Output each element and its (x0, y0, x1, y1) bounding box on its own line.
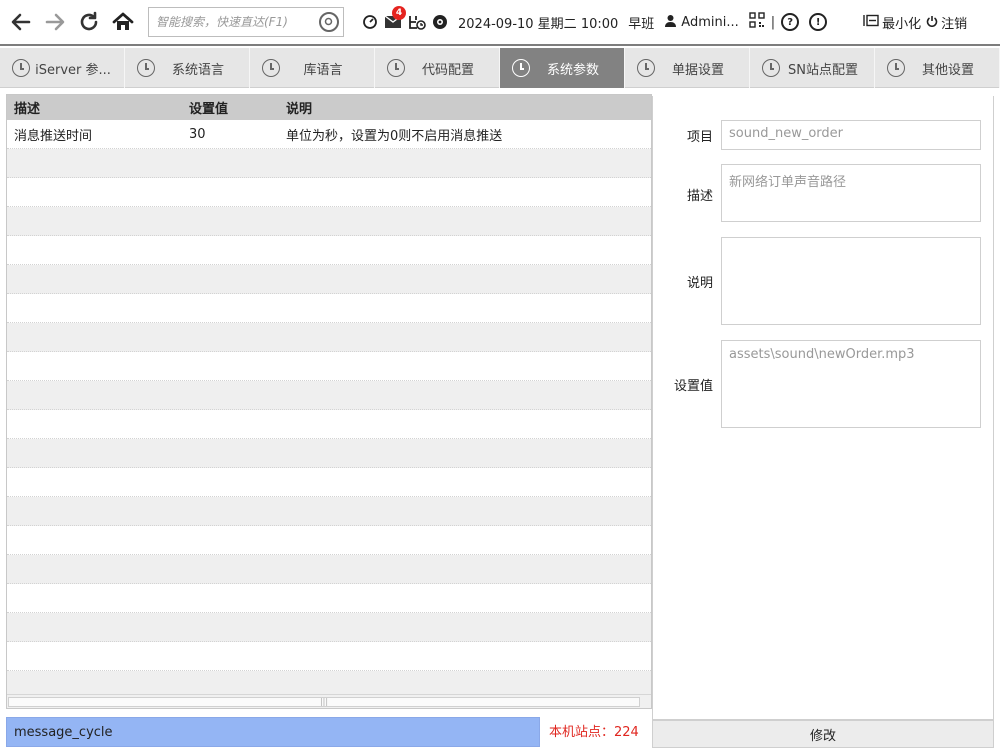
clock-icon (137, 59, 155, 77)
toolbar-separator: | (770, 14, 776, 30)
table-row[interactable] (7, 323, 651, 352)
clock-icon (262, 59, 280, 77)
item-label: 项目 (686, 130, 713, 145)
cell-desc: 消息推送时间 (14, 128, 93, 144)
user-icon (664, 14, 677, 31)
tab-label: SN站点配置 (788, 62, 858, 78)
horizontal-scrollbar[interactable]: ||| (7, 694, 651, 708)
info-icon[interactable]: ! (809, 13, 828, 31)
tab-label: 单据设置 (671, 62, 724, 78)
save-history-icon[interactable] (408, 14, 426, 30)
search-box (148, 7, 344, 37)
tab-label: 其他设置 (921, 62, 974, 78)
table-row[interactable] (7, 642, 651, 671)
clock-icon (762, 59, 780, 77)
tab-0[interactable]: iServer 参... (0, 48, 125, 88)
tab-4[interactable]: 系统参数 (500, 48, 625, 88)
desc-field[interactable]: 新网络订单声音路径 (721, 164, 981, 222)
column-header-value[interactable]: 设置值 (183, 98, 280, 117)
shift-text: 早班 (628, 16, 655, 32)
site-label: 本机站点：224 (549, 725, 639, 740)
tab-label: iServer 参... (35, 62, 111, 78)
arrow-left-icon[interactable] (4, 5, 38, 39)
table-row[interactable] (7, 352, 651, 381)
table-row[interactable] (7, 468, 651, 497)
table-row[interactable] (7, 265, 651, 294)
table-row[interactable] (7, 381, 651, 410)
note-label: 说明 (686, 276, 713, 291)
minimize-button[interactable]: 最小化 (863, 13, 921, 32)
table-row[interactable] (7, 410, 651, 439)
table-row[interactable]: 消息推送时间 30 单位为秒，设置为0则不启用消息推送 (7, 120, 651, 149)
table-row[interactable] (7, 149, 651, 178)
table-row[interactable] (7, 236, 651, 265)
table-row[interactable] (7, 178, 651, 207)
table-row[interactable] (7, 584, 651, 613)
tab-bar: iServer 参... 系统语言 库语言 代码配置 系统参数 单据设置 SN站点配置 其他设… (0, 48, 1000, 88)
detail-panel: 项目 sound_new_order 描述 新网络订单声音路径 说明 设置值 a… (652, 96, 994, 720)
arrow-right-icon[interactable] (38, 5, 72, 39)
tab-6[interactable]: SN站点配置 (750, 48, 875, 88)
table-row[interactable] (7, 207, 651, 236)
dashboard-icon[interactable] (362, 14, 378, 30)
table-row[interactable] (7, 613, 651, 642)
grid-header: 描述 设置值 说明 (7, 95, 651, 120)
message-badge: 4 (392, 6, 406, 20)
help-icon[interactable]: ? (781, 13, 800, 31)
setting-label: 设置值 (673, 379, 713, 394)
tab-2[interactable]: 库语言 (250, 48, 375, 88)
refresh-icon[interactable] (72, 5, 106, 39)
setting-field[interactable]: assets\sound\newOrder.mp3 (721, 340, 981, 428)
minimize-label: 最小化 (882, 16, 922, 32)
modify-button[interactable]: 修改 (652, 720, 994, 748)
tool-icons: 4 (362, 6, 454, 30)
user-menu[interactable]: Admini... (664, 14, 739, 31)
desc-label: 描述 (686, 189, 713, 204)
clock-icon (387, 59, 405, 77)
tab-5[interactable]: 单据设置 (625, 48, 750, 88)
tab-label: 代码配置 (421, 62, 474, 78)
home-icon[interactable] (106, 5, 140, 39)
table-row[interactable] (7, 497, 651, 526)
clock-icon (637, 59, 655, 77)
datetime-text: 2024-09-10 星期二 10:00 (458, 16, 619, 32)
item-field[interactable]: sound_new_order (721, 120, 981, 150)
column-header-note[interactable]: 说明 (280, 98, 651, 117)
qr-code-icon[interactable] (749, 12, 765, 32)
top-toolbar: 4 2024-09-10 星期二 10:00 早班 Admini... | ? … (0, 0, 1000, 46)
note-field[interactable] (721, 237, 981, 325)
window-actions: 最小化 注销 (863, 13, 972, 32)
tab-7[interactable]: 其他设置 (875, 48, 1000, 88)
cell-value: 30 (189, 126, 206, 142)
tab-label: 库语言 (303, 62, 343, 78)
table-row[interactable] (7, 294, 651, 323)
table-row[interactable] (7, 671, 651, 696)
settings-icon[interactable] (432, 14, 448, 30)
minimize-icon (863, 14, 879, 30)
user-name: Admini... (681, 14, 739, 30)
table-row[interactable] (7, 555, 651, 584)
search-icon[interactable] (319, 12, 339, 32)
parameter-grid: 描述 设置值 说明 消息推送时间 30 单位为秒，设置为0则不启用消息推送 ||| (6, 94, 652, 709)
tab-3[interactable]: 代码配置 (375, 48, 500, 88)
tab-1[interactable]: 系统语言 (125, 48, 250, 88)
logout-button[interactable]: 注销 (926, 13, 967, 32)
grid-body: 消息推送时间 30 单位为秒，设置为0则不启用消息推送 (7, 120, 651, 696)
tab-label: 系统参数 (546, 62, 599, 78)
clock-icon (512, 59, 530, 77)
cell-note: 单位为秒，设置为0则不启用消息推送 (286, 128, 503, 144)
tab-label: 系统语言 (171, 62, 224, 78)
clock-icon (12, 59, 30, 77)
table-row[interactable] (7, 439, 651, 468)
code-field[interactable]: message_cycle (6, 717, 540, 747)
logout-label: 注销 (941, 16, 968, 32)
power-icon (926, 15, 938, 30)
scrollbar-thumb[interactable]: ||| (8, 696, 640, 707)
table-row[interactable] (7, 526, 651, 555)
column-header-desc[interactable]: 描述 (7, 98, 183, 117)
search-input[interactable] (156, 15, 319, 29)
clock-icon (887, 59, 905, 77)
mail-icon[interactable]: 4 (384, 6, 406, 29)
